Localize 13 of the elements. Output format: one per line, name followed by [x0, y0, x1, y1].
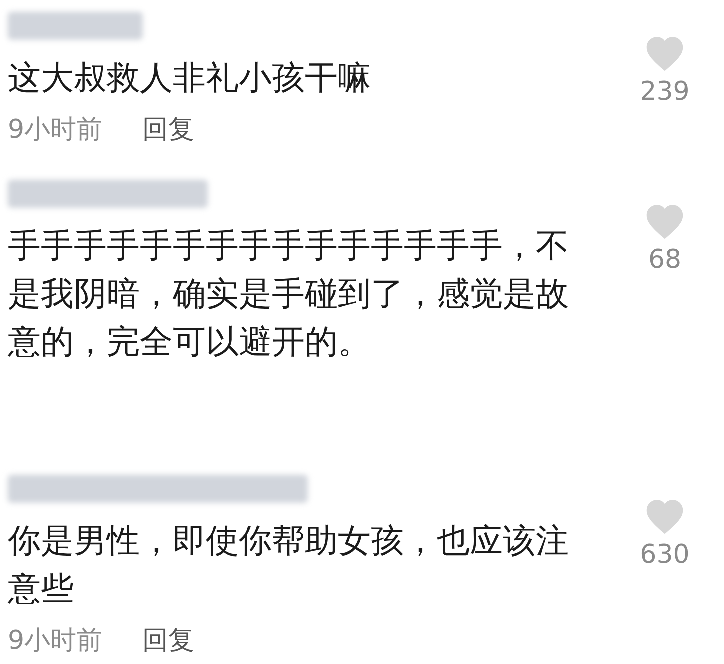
comment-time: 9小时前 [8, 114, 103, 147]
heart-icon[interactable] [644, 202, 686, 240]
comment-text: 你是男性，即使你帮助女孩，也应该注意些 [8, 520, 570, 610]
comment-text: 这大叔救人非礼小孩干嘛 [8, 57, 372, 99]
like-count: 630 [640, 539, 690, 572]
like-count: 68 [648, 244, 682, 277]
reply-button[interactable]: 回复 [142, 110, 195, 150]
like-count: 239 [640, 76, 690, 109]
heart-icon[interactable] [644, 34, 686, 72]
comment-time: 9小时前 [8, 625, 103, 658]
comment-text: 手手手手手手手手手手手手手手手，不是我阴暗，确实是手碰到了，感觉是故意的，完全可以避开的。 [8, 225, 570, 363]
heart-icon[interactable] [644, 497, 686, 535]
reply-button[interactable]: 回复 [142, 621, 195, 661]
